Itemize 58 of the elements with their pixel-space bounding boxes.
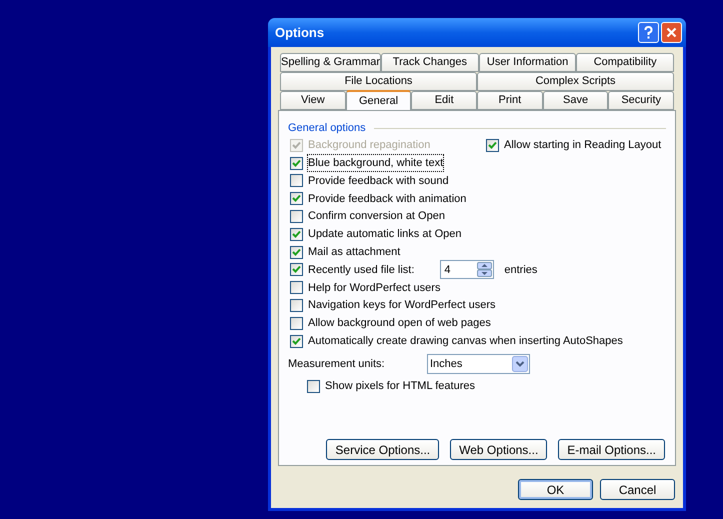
checkbox[interactable] xyxy=(290,334,303,348)
options-button[interactable]: E-mail Options... xyxy=(558,439,665,460)
tab[interactable]: Compatibility xyxy=(576,53,674,72)
option-label: Recently used file list: xyxy=(308,262,414,278)
window-title: Options xyxy=(275,24,326,42)
checkbox[interactable] xyxy=(290,316,303,330)
tab[interactable]: Spelling & Grammar xyxy=(280,53,382,72)
tab[interactable]: Save xyxy=(542,91,608,110)
options-button[interactable]: Service Options... xyxy=(326,439,440,460)
checkbox[interactable] xyxy=(290,174,303,188)
checkbox[interactable] xyxy=(290,156,303,170)
option-label: Mail as attachment xyxy=(308,244,400,260)
checkbox[interactable] xyxy=(290,263,303,276)
spin-field[interactable]: 4 xyxy=(440,260,494,280)
tab[interactable]: View xyxy=(280,91,346,110)
option-label: Background repagination xyxy=(308,138,430,154)
tab[interactable]: Track Changes xyxy=(381,53,479,72)
tab[interactable]: Complex Scripts xyxy=(477,72,674,91)
option-label: Blue background, white text xyxy=(308,154,444,172)
close-icon xyxy=(666,27,677,38)
checkbox[interactable] xyxy=(290,299,303,312)
checkbox[interactable] xyxy=(290,281,303,294)
option-label: Help for WordPerfect users xyxy=(308,280,440,296)
tab[interactable]: General xyxy=(346,90,412,110)
checkbox[interactable] xyxy=(290,246,303,259)
units-dropdown[interactable]: Inches xyxy=(427,354,530,374)
option-label: Automatically create drawing canvas when inserting AutoShapes xyxy=(308,334,623,349)
tab[interactable]: File Locations xyxy=(280,72,477,91)
option-label: Allow background open of web pages xyxy=(308,316,491,332)
tab[interactable]: Print xyxy=(477,91,543,110)
options-button[interactable]: Web Options... xyxy=(450,439,548,460)
measurement-label: Measurement units: xyxy=(288,356,386,372)
dialog-button[interactable]: OK xyxy=(518,479,593,500)
checkbox[interactable] xyxy=(290,192,303,206)
dialog-button[interactable]: Cancel xyxy=(600,479,675,500)
group-title: General options xyxy=(288,121,366,136)
checkbox[interactable] xyxy=(307,380,320,393)
help-button[interactable] xyxy=(638,22,659,43)
option-label: Show pixels for HTML features xyxy=(325,378,475,394)
option-label: Update automatic links at Open xyxy=(308,227,462,242)
option-label: Navigation keys for WordPerfect users xyxy=(308,298,496,314)
checkbox[interactable] xyxy=(486,138,499,152)
checkmark-icon xyxy=(292,336,301,346)
close-button[interactable] xyxy=(661,22,682,43)
tab[interactable]: User Information xyxy=(478,53,576,72)
checkmark-icon xyxy=(292,194,301,204)
tab[interactable]: Edit xyxy=(411,91,478,110)
tab[interactable]: Security xyxy=(608,91,674,110)
option-label: Provide feedback with animation xyxy=(308,192,466,207)
option-label: Provide feedback with sound xyxy=(308,174,449,189)
question-mark-icon xyxy=(644,26,653,39)
spin-arrows-icon xyxy=(477,262,492,278)
checkbox[interactable] xyxy=(290,228,303,241)
spin-suffix: entries xyxy=(504,262,538,278)
option-label: Confirm conversion at Open xyxy=(308,209,445,224)
checkmark-icon xyxy=(488,140,497,150)
option-label: Allow starting in Reading Layout xyxy=(504,138,662,154)
checkbox[interactable] xyxy=(290,210,303,224)
